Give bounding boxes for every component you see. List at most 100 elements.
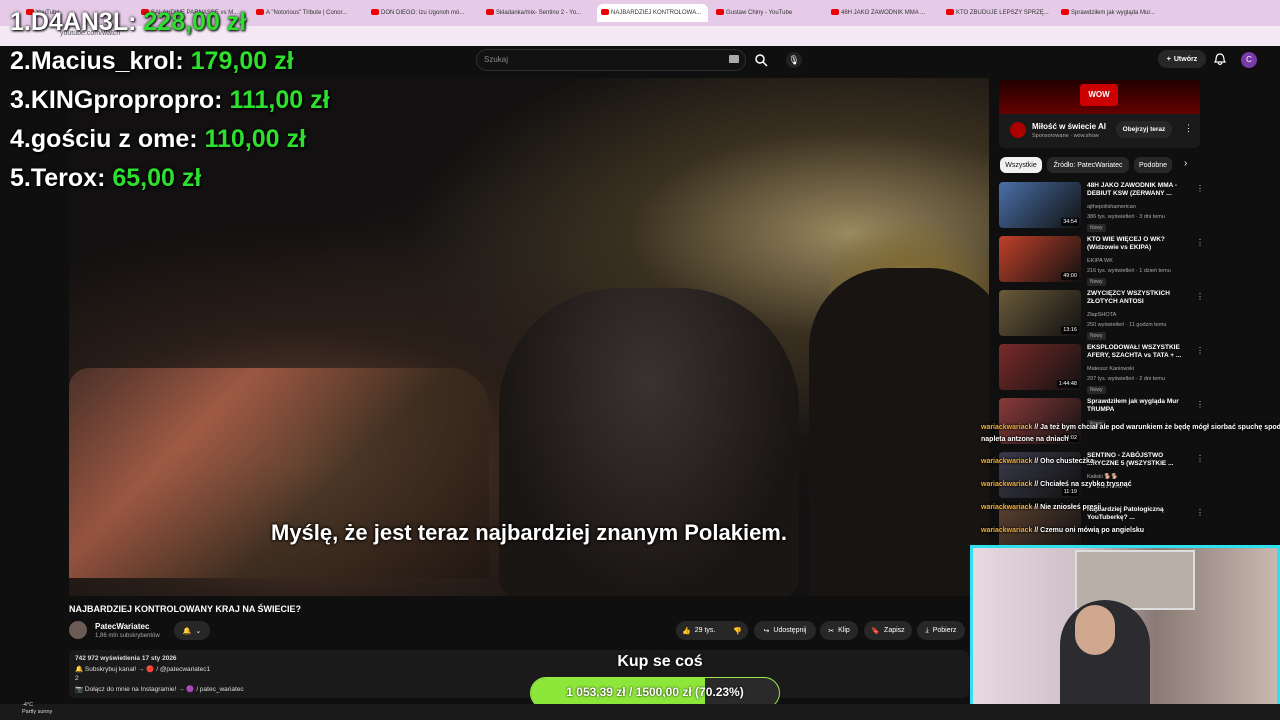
recommended-video-title[interactable]: SENTINO - ZABÓJSTWO ...RYCZNE 5 (WSZYSTK… [1087, 452, 1195, 469]
create-button[interactable]: + Utwórz [1158, 50, 1206, 68]
new-badge: Nowy [1087, 386, 1106, 394]
youtube-favicon-icon [371, 9, 379, 15]
chat-text: Nie zniosłeś presji [1040, 504, 1102, 511]
recommended-video-channel[interactable]: EKIPA WK [1087, 258, 1113, 264]
share-button[interactable]: ↪ Udostępnij [754, 621, 816, 640]
recommended-video-channel[interactable]: Mateusz Kaniowski [1087, 366, 1134, 372]
leaderboard-rank: 2. [10, 47, 31, 75]
browser-tab[interactable]: Składanka/mix- Sentino 2 - Yo... [482, 4, 593, 22]
search-icon[interactable] [754, 53, 768, 67]
bell-icon[interactable] [1214, 53, 1226, 66]
more-options-icon[interactable]: ⋮ [1196, 346, 1204, 355]
recommended-video-title[interactable]: Najbardziej Patologiczną YouTuberkę? ... [1087, 506, 1195, 523]
chevron-down-icon: ⌄ [195, 627, 202, 635]
recommended-video-channel[interactable]: Kaliski 🐕🐕 [1087, 474, 1118, 480]
leaderboard-entry: 1.D4AN3L: 228,00 zł [10, 8, 246, 37]
chat-text: Czemu oni mówią po angielsku [1040, 527, 1145, 534]
recommended-video[interactable]: 49:00 KTO WIE WIĘCEJ O WK? (Widzowie vs E… [999, 236, 1204, 286]
video-duration: 11:19 [1061, 488, 1079, 496]
more-options-icon[interactable]: ⋮ [1196, 184, 1204, 193]
thumbs-down-icon[interactable]: 👎 [733, 627, 742, 635]
chip-all[interactable]: Wszystkie [1000, 157, 1042, 173]
ad-avatar [1010, 122, 1026, 138]
browser-tab[interactable]: NAJBARDZIEJ KONTROLOWA... [597, 4, 708, 22]
recommended-video-title[interactable]: ZWYCIĘZCY WSZYSTKICH ZŁOTYCH ANTOSI [1087, 290, 1195, 307]
recommended-video-channel[interactable]: ajthepolishamerican [1087, 204, 1136, 210]
more-options-icon[interactable]: ⋮ [1196, 454, 1204, 463]
video-thumbnail[interactable]: 34:54 [999, 182, 1081, 228]
recommended-video-title[interactable]: 48H JAKO ZAWODNIK MMA - DEBIUT KSW (ZERW… [1087, 182, 1195, 199]
weather-desc: Partly sunny [22, 708, 53, 715]
subscribe-bell-button[interactable]: 🔔 ⌄ [174, 621, 210, 640]
youtube-favicon-icon [831, 9, 839, 15]
video-thumbnail[interactable]: 1:44:48 [999, 344, 1081, 390]
chat-message: napleta antzone na dniach [981, 436, 1069, 443]
browser-tab[interactable]: DON DIEGO: Izu Ugonoh mó... [367, 4, 478, 22]
description-line: 📷 Dołącz do mnie na Instagramie! → 🟣 / p… [75, 686, 244, 693]
thumbs-up-icon: 👍 [682, 627, 691, 635]
goal-progress-text: 1 053,39 zł / 1500,00 zł (70.23%) [566, 685, 744, 699]
search-input[interactable] [476, 49, 746, 71]
microphone-icon[interactable]: 🎙 [786, 52, 802, 68]
chevron-right-icon[interactable]: › [1184, 158, 1187, 169]
browser-tab[interactable]: Sprawdziłem jak wygląda Mur... [1057, 4, 1168, 22]
channel-name[interactable]: PatecWariatec [95, 622, 149, 631]
recommended-video[interactable]: 1:44:48 EKSPLODOWAŁ! WSZYSTKIE AFERY, SZA… [999, 344, 1204, 394]
more-options-icon[interactable]: ⋮ [1196, 238, 1204, 247]
clip-label: Klip [838, 627, 850, 634]
recommended-video[interactable]: 13:16 ZWYCIĘZCY WSZYSTKICH ZŁOTYCH ANTOSI… [999, 290, 1204, 340]
more-options-icon[interactable]: ⋮ [1184, 123, 1193, 134]
youtube-favicon-icon [601, 9, 609, 15]
chat-message: wariackwariack // Nie zniosłeś presji [981, 504, 1102, 511]
clip-button[interactable]: ✂ Klip [820, 621, 858, 640]
youtube-favicon-icon [1061, 9, 1069, 15]
weather-widget[interactable]: -4°C Partly sunny [22, 702, 52, 715]
browser-tab[interactable]: KTO ZBUDUJE LEPSZY SPRZĘ... [942, 4, 1053, 22]
account-avatar[interactable]: C [1241, 52, 1257, 68]
description-line: 🔔 Subskrybuj kanał! → 🔴 / @patecwariatec… [75, 666, 211, 673]
chip-source[interactable]: Źródło: PatecWariatec [1047, 157, 1129, 173]
recommended-video-title[interactable]: EKSPLODOWAŁ! WSZYSTKIE AFERY, SZACHTA vs… [1087, 344, 1195, 361]
video-seat [809, 268, 989, 596]
chat-username: wariackwariack [981, 504, 1033, 511]
view-count-date: 742 972 wyświetlenia 17 sty 2026 [75, 655, 177, 662]
browser-tab[interactable]: A "Notorious" Tribute | Conor... [252, 4, 363, 22]
leaderboard-name: gościu z ome: [30, 125, 198, 153]
video-person [499, 288, 799, 596]
save-button[interactable]: 🔖 Zapisz [864, 621, 912, 640]
ad-logo: WOW [1080, 84, 1118, 106]
leaderboard-name: D4AN3L: [30, 8, 137, 36]
chip-related[interactable]: Podobne [1134, 157, 1172, 173]
recommended-video-title[interactable]: KTO WIE WIĘCEJ O WK? (Widzowie vs EKIPA) [1087, 236, 1195, 253]
subscriber-count: 1,86 mln subskrybentów [95, 633, 160, 639]
more-options-icon[interactable]: ⋮ [1196, 508, 1204, 517]
more-options-icon[interactable]: ⋮ [1196, 400, 1204, 409]
keyboard-icon[interactable] [729, 55, 739, 63]
new-badge: Nowy [1087, 332, 1106, 340]
leaderboard-name: Terox: [30, 164, 106, 192]
bell-icon: 🔔 [182, 627, 192, 635]
weather-temp: -4°C [22, 702, 34, 708]
download-button[interactable]: ⤓ Pobierz [917, 621, 965, 640]
plus-icon: + [1166, 55, 1171, 63]
recommended-video[interactable]: 34:54 48H JAKO ZAWODNIK MMA - DEBIUT KSW … [999, 182, 1204, 232]
recommended-video-title[interactable]: Sprawdziłem jak wygląda Mur TRUMPA [1087, 398, 1195, 415]
recommended-video-channel[interactable]: ZłapSHOTA [1087, 312, 1116, 318]
bookmark-icon: 🔖 [871, 627, 881, 635]
more-options-icon[interactable]: ⋮ [1196, 292, 1204, 301]
browser-tab[interactable]: Gustaw Chiny - YouTube [712, 4, 823, 22]
ad-cta-button[interactable]: Obejrzyj teraz [1116, 121, 1172, 138]
video-thumbnail[interactable]: 13:16 [999, 290, 1081, 336]
leaderboard-rank: 4. [10, 125, 31, 153]
browser-tab-label: NAJBARDZIEJ KONTROLOWA... [611, 10, 702, 16]
recommended-video-meta: 386 tys. wyświetleń · 3 dni temu [1087, 214, 1165, 220]
search-placeholder: Szukaj [484, 55, 509, 64]
browser-tab[interactable]: 48H JAKO ZAWODNIK MMA ... [827, 4, 938, 22]
like-button[interactable]: 👍 29 tys. 👎 [676, 621, 748, 640]
video-player[interactable] [69, 78, 989, 596]
channel-avatar[interactable] [69, 621, 87, 639]
share-icon: ↪ [763, 627, 770, 635]
like-count: 29 tys. [694, 627, 716, 634]
scissors-icon: ✂ [828, 627, 835, 635]
video-thumbnail[interactable]: 49:00 [999, 236, 1081, 282]
